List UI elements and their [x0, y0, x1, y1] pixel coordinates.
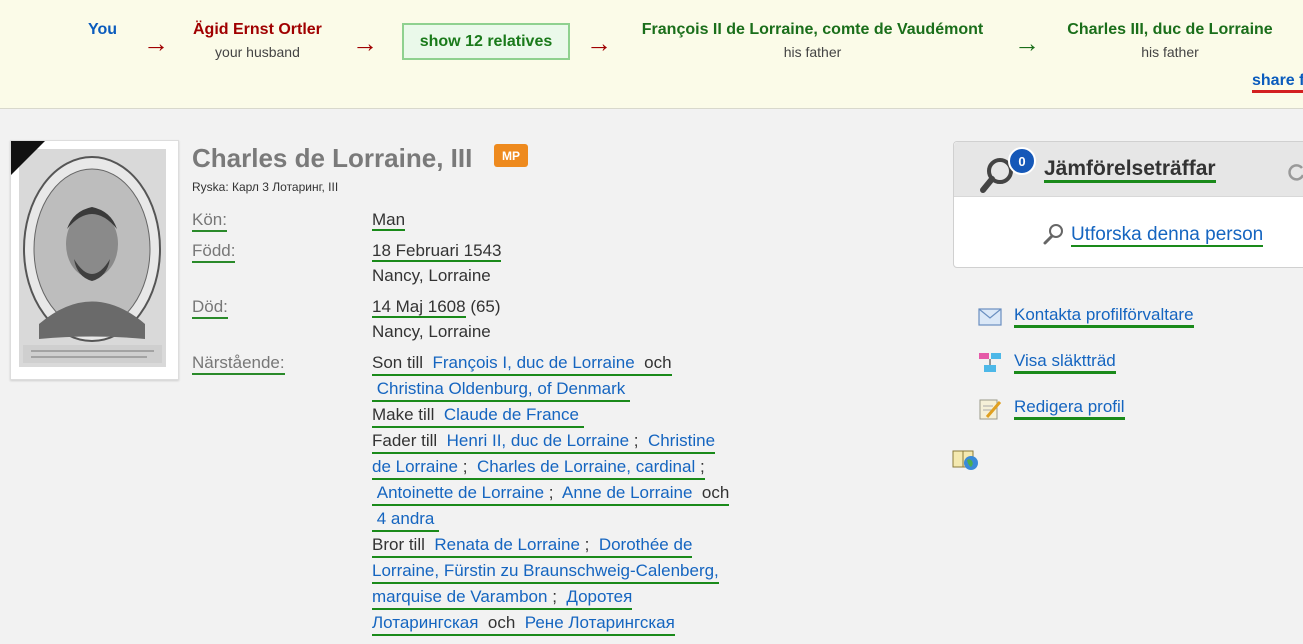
separator: ; — [699, 457, 705, 476]
child-link[interactable]: Anne de Lorraine — [562, 483, 692, 502]
envelope-icon — [978, 308, 1002, 326]
died-date[interactable]: 14 Maj 1608 — [372, 297, 466, 318]
sibling-link[interactable]: Lorraine, Fürstin zu Braunschweig-Calenb… — [372, 561, 719, 580]
mother-line: Christina Oldenburg, of Denmark — [372, 377, 630, 402]
refresh-icon[interactable] — [1286, 162, 1303, 182]
path-node-husband[interactable]: Ägid Ernst Ortler your husband — [193, 20, 322, 60]
more-children-link[interactable]: 4 andra — [377, 509, 435, 528]
father-of-text: Fader till — [372, 431, 438, 450]
child-link[interactable]: Christine — [648, 431, 715, 450]
and-text: och — [487, 613, 516, 632]
path-grandfather-relation: his father — [1141, 44, 1199, 60]
mourning-ribbon-icon — [11, 141, 45, 175]
edit-profile-link[interactable]: Redigera profil — [1014, 397, 1125, 420]
portrait-engraving — [19, 149, 166, 367]
father-link[interactable]: François I, duc de Lorraine — [432, 353, 634, 372]
spouse-link[interactable]: Claude de France — [444, 405, 579, 424]
relationship-path-bar: You → Ägid Ernst Ortler your husband → s… — [0, 0, 1303, 109]
match-count-badge: 0 — [1008, 147, 1036, 175]
path-you-label[interactable]: You — [88, 20, 117, 40]
sibling-link[interactable]: Dorothée de — [599, 535, 693, 554]
path-node-grandfather[interactable]: Charles III, duc de Lorraine his father — [1064, 20, 1276, 60]
brother-of-text: Bror till — [372, 535, 425, 554]
died-age: (65) — [470, 297, 501, 316]
view-family-tree-link[interactable]: Visa släktträd — [1014, 351, 1116, 374]
show-relatives-button[interactable]: show 12 relatives — [402, 23, 570, 60]
contact-manager-link[interactable]: Kontakta profilförvaltare — [1014, 305, 1194, 328]
children-line-1: Fader till Henri II, duc de Lorraine ; C… — [372, 429, 716, 454]
mp-badge[interactable]: MP — [494, 144, 528, 167]
separator: ; — [548, 483, 554, 502]
parents-line: Son till François I, duc de Lorraine och — [372, 351, 672, 376]
match-panel-header[interactable]: 0 Jämförelseträffar — [954, 142, 1303, 197]
mother-link[interactable]: Christina Oldenburg, of Denmark — [377, 379, 626, 398]
sibling-link[interactable]: Renata de Lorraine — [434, 535, 580, 554]
arrow-icon: → — [1014, 28, 1040, 58]
path-father-name[interactable]: François II de Lorraine, comte de Vaudém… — [636, 20, 989, 40]
path-husband-relation: your husband — [215, 44, 300, 60]
gender-label: Kön: — [192, 210, 227, 232]
child-link[interactable]: Charles de Lorraine, cardinal — [477, 457, 695, 476]
child-link[interactable]: de Lorraine — [372, 457, 458, 476]
sibling-link[interactable]: Рене Лотарингская — [525, 613, 675, 632]
child-link[interactable]: Henri II, duc de Lorraine — [447, 431, 629, 450]
gender-text: Man — [372, 210, 406, 231]
siblings-line-1: Bror till Renata de Lorraine ; Dorothée … — [372, 533, 693, 558]
alternate-name: Ryska: Карл 3 Лотаринг, III — [192, 180, 339, 194]
match-title[interactable]: Jämförelseträffar — [1044, 158, 1216, 183]
children-more-line: 4 andra — [372, 507, 440, 532]
explore-search-icon — [1043, 224, 1063, 245]
arrow-icon: → — [143, 28, 169, 58]
born-label: Född: — [192, 241, 236, 263]
sibling-link[interactable]: marquise de Varambon — [372, 587, 547, 606]
sibling-link[interactable]: Лотарингская — [372, 613, 478, 632]
died-place: Nancy, Lorraine — [372, 322, 491, 341]
family-tree-icon — [979, 353, 1001, 372]
children-line-2: de Lorraine ; Charles de Lorraine, cardi… — [372, 455, 705, 480]
profile-photo[interactable] — [10, 140, 179, 380]
born-date[interactable]: 18 Februari 1543 — [372, 241, 502, 262]
children-line-3: Antoinette de Lorraine ; Anne de Lorrain… — [372, 481, 730, 506]
gender-value: Man — [372, 207, 406, 232]
separator: ; — [462, 457, 468, 476]
siblings-line-2: Lorraine, Fürstin zu Braunschweig-Calenb… — [372, 559, 719, 584]
and-text: och — [701, 483, 730, 502]
path-node-father[interactable]: François II de Lorraine, comte de Vaudém… — [636, 20, 989, 60]
relatives-label: Närstående: — [192, 353, 285, 375]
separator: ; — [633, 431, 639, 450]
siblings-line-4: Лотарингская och Рене Лотарингская — [372, 611, 675, 636]
world-map-book-icon[interactable] — [952, 448, 980, 472]
profile-name: Charles de Lorraine, III — [192, 143, 473, 173]
spouse-line: Make till Claude de France — [372, 403, 584, 428]
child-link[interactable]: Antoinette de Lorraine — [377, 483, 544, 502]
born-value: 18 Februari 1543 Nancy, Lorraine — [372, 238, 502, 288]
and-text: och — [644, 353, 672, 372]
died-value: 14 Maj 1608 (65) Nancy, Lorraine — [372, 294, 501, 344]
path-father-relation: his father — [783, 44, 842, 60]
edit-profile-icon — [979, 399, 1002, 420]
siblings-line-3: marquise de Varambon ; Доротея — [372, 585, 633, 610]
path-grandfather-name[interactable]: Charles III, duc de Lorraine — [1064, 20, 1276, 40]
relatives-list: Son till François I, duc de Lorraine och… — [372, 350, 762, 636]
explore-person-link[interactable]: Utforska denna person — [1071, 225, 1264, 247]
match-panel: 0 Jämförelseträffar Utforska denna perso… — [953, 141, 1303, 268]
arrow-icon: → — [586, 28, 612, 58]
path-you[interactable]: You — [88, 20, 117, 40]
separator: ; — [552, 587, 557, 606]
share-link[interactable]: share f — [1252, 72, 1303, 93]
separator: ; — [584, 535, 590, 554]
born-place: Nancy, Lorraine — [372, 266, 491, 285]
path-husband-name[interactable]: Ägid Ernst Ortler — [193, 20, 322, 40]
spouse-of-text: Make till — [372, 405, 435, 424]
arrow-icon: → — [352, 28, 378, 58]
sibling-link[interactable]: Доротея — [566, 587, 632, 606]
son-of-text: Son till — [372, 353, 424, 372]
died-label: Död: — [192, 297, 228, 319]
